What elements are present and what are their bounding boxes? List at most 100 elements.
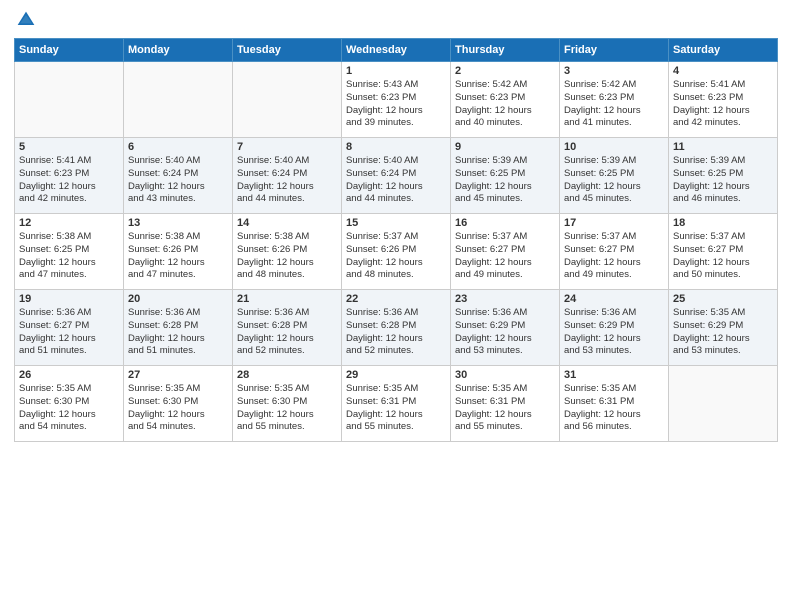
logo-icon xyxy=(16,10,36,30)
header-day-thursday: Thursday xyxy=(451,39,560,62)
day-number: 13 xyxy=(128,217,228,229)
day-number: 30 xyxy=(455,369,555,381)
calendar-cell: 11 Sunrise: 5:39 AM Sunset: 6:25 PM Dayli… xyxy=(669,138,778,214)
day-content: Sunrise: 5:37 AM Sunset: 6:26 PM Dayligh… xyxy=(346,231,446,282)
calendar-cell: 3 Sunrise: 5:42 AM Sunset: 6:23 PM Daylig… xyxy=(560,62,669,138)
day-content: Sunrise: 5:42 AM Sunset: 6:23 PM Dayligh… xyxy=(564,79,664,130)
day-content: Sunrise: 5:43 AM Sunset: 6:23 PM Dayligh… xyxy=(346,79,446,130)
calendar-cell: 22 Sunrise: 5:36 AM Sunset: 6:28 PM Dayli… xyxy=(342,290,451,366)
calendar-header: SundayMondayTuesdayWednesdayThursdayFrid… xyxy=(15,39,778,62)
day-content: Sunrise: 5:39 AM Sunset: 6:25 PM Dayligh… xyxy=(564,155,664,206)
calendar-cell: 24 Sunrise: 5:36 AM Sunset: 6:29 PM Dayli… xyxy=(560,290,669,366)
day-content: Sunrise: 5:40 AM Sunset: 6:24 PM Dayligh… xyxy=(346,155,446,206)
day-number: 22 xyxy=(346,293,446,305)
day-content: Sunrise: 5:38 AM Sunset: 6:26 PM Dayligh… xyxy=(237,231,337,282)
week-row-2: 5Sunrise: 5:41 AM Sunset: 6:23 PM Daylig… xyxy=(15,138,778,214)
day-number: 1 xyxy=(346,65,446,77)
calendar-cell: 14 Sunrise: 5:38 AM Sunset: 6:26 PM Dayli… xyxy=(233,214,342,290)
week-row-3: 12 Sunrise: 5:38 AM Sunset: 6:25 PM Dayli… xyxy=(15,214,778,290)
day-content: Sunrise: 5:41 AM Sunset: 6:23 PM Dayligh… xyxy=(673,79,773,130)
calendar-cell: 19Sunrise: 5:36 AM Sunset: 6:27 PM Dayli… xyxy=(15,290,124,366)
day-content: Sunrise: 5:35 AM Sunset: 6:30 PM Dayligh… xyxy=(128,383,228,434)
day-content: Sunrise: 5:38 AM Sunset: 6:25 PM Dayligh… xyxy=(19,231,119,282)
calendar-cell: 9Sunrise: 5:39 AM Sunset: 6:25 PM Daylig… xyxy=(451,138,560,214)
day-number: 6 xyxy=(128,141,228,153)
day-number: 7 xyxy=(237,141,337,153)
logo xyxy=(14,10,36,30)
calendar-cell: 4 Sunrise: 5:41 AM Sunset: 6:23 PM Daylig… xyxy=(669,62,778,138)
day-content: Sunrise: 5:35 AM Sunset: 6:29 PM Dayligh… xyxy=(673,307,773,358)
calendar-body: 1 Sunrise: 5:43 AM Sunset: 6:23 PM Daylig… xyxy=(15,62,778,442)
day-content: Sunrise: 5:36 AM Sunset: 6:28 PM Dayligh… xyxy=(237,307,337,358)
day-number: 8 xyxy=(346,141,446,153)
day-content: Sunrise: 5:35 AM Sunset: 6:30 PM Dayligh… xyxy=(19,383,119,434)
calendar-cell: 23Sunrise: 5:36 AM Sunset: 6:29 PM Dayli… xyxy=(451,290,560,366)
calendar-cell: 8 Sunrise: 5:40 AM Sunset: 6:24 PM Daylig… xyxy=(342,138,451,214)
calendar-cell xyxy=(233,62,342,138)
day-number: 25 xyxy=(673,293,773,305)
day-number: 28 xyxy=(237,369,337,381)
day-content: Sunrise: 5:35 AM Sunset: 6:31 PM Dayligh… xyxy=(346,383,446,434)
calendar-cell: 20Sunrise: 5:36 AM Sunset: 6:28 PM Dayli… xyxy=(124,290,233,366)
day-number: 29 xyxy=(346,369,446,381)
calendar-cell: 15 Sunrise: 5:37 AM Sunset: 6:26 PM Dayli… xyxy=(342,214,451,290)
day-number: 11 xyxy=(673,141,773,153)
day-number: 24 xyxy=(564,293,664,305)
calendar-cell: 5Sunrise: 5:41 AM Sunset: 6:23 PM Daylig… xyxy=(15,138,124,214)
calendar-cell: 21 Sunrise: 5:36 AM Sunset: 6:28 PM Dayli… xyxy=(233,290,342,366)
day-content: Sunrise: 5:38 AM Sunset: 6:26 PM Dayligh… xyxy=(128,231,228,282)
day-number: 23 xyxy=(455,293,555,305)
day-number: 31 xyxy=(564,369,664,381)
calendar-cell xyxy=(124,62,233,138)
calendar-table: SundayMondayTuesdayWednesdayThursdayFrid… xyxy=(14,38,778,442)
day-number: 17 xyxy=(564,217,664,229)
week-row-1: 1 Sunrise: 5:43 AM Sunset: 6:23 PM Daylig… xyxy=(15,62,778,138)
header-day-saturday: Saturday xyxy=(669,39,778,62)
calendar-cell: 28 Sunrise: 5:35 AM Sunset: 6:30 PM Dayli… xyxy=(233,366,342,442)
week-row-5: 26 Sunrise: 5:35 AM Sunset: 6:30 PM Dayli… xyxy=(15,366,778,442)
day-number: 3 xyxy=(564,65,664,77)
calendar-page: SundayMondayTuesdayWednesdayThursdayFrid… xyxy=(0,0,792,612)
calendar-cell: 1 Sunrise: 5:43 AM Sunset: 6:23 PM Daylig… xyxy=(342,62,451,138)
calendar-cell: 17Sunrise: 5:37 AM Sunset: 6:27 PM Dayli… xyxy=(560,214,669,290)
calendar-cell xyxy=(15,62,124,138)
calendar-cell: 31 Sunrise: 5:35 AM Sunset: 6:31 PM Dayli… xyxy=(560,366,669,442)
day-number: 12 xyxy=(19,217,119,229)
calendar-cell: 12 Sunrise: 5:38 AM Sunset: 6:25 PM Dayli… xyxy=(15,214,124,290)
day-content: Sunrise: 5:40 AM Sunset: 6:24 PM Dayligh… xyxy=(128,155,228,206)
day-number: 2 xyxy=(455,65,555,77)
header-day-tuesday: Tuesday xyxy=(233,39,342,62)
calendar-cell: 7 Sunrise: 5:40 AM Sunset: 6:24 PM Daylig… xyxy=(233,138,342,214)
header-day-wednesday: Wednesday xyxy=(342,39,451,62)
day-number: 9 xyxy=(455,141,555,153)
calendar-cell xyxy=(669,366,778,442)
header-day-friday: Friday xyxy=(560,39,669,62)
day-content: Sunrise: 5:36 AM Sunset: 6:28 PM Dayligh… xyxy=(128,307,228,358)
header-day-sunday: Sunday xyxy=(15,39,124,62)
day-number: 27 xyxy=(128,369,228,381)
day-number: 16 xyxy=(455,217,555,229)
day-number: 14 xyxy=(237,217,337,229)
calendar-cell: 26 Sunrise: 5:35 AM Sunset: 6:30 PM Dayli… xyxy=(15,366,124,442)
calendar-cell: 25 Sunrise: 5:35 AM Sunset: 6:29 PM Dayli… xyxy=(669,290,778,366)
day-content: Sunrise: 5:36 AM Sunset: 6:27 PM Dayligh… xyxy=(19,307,119,358)
day-number: 4 xyxy=(673,65,773,77)
day-content: Sunrise: 5:42 AM Sunset: 6:23 PM Dayligh… xyxy=(455,79,555,130)
day-number: 15 xyxy=(346,217,446,229)
day-content: Sunrise: 5:39 AM Sunset: 6:25 PM Dayligh… xyxy=(673,155,773,206)
calendar-cell: 2 Sunrise: 5:42 AM Sunset: 6:23 PM Daylig… xyxy=(451,62,560,138)
day-number: 21 xyxy=(237,293,337,305)
calendar-cell: 13 Sunrise: 5:38 AM Sunset: 6:26 PM Dayli… xyxy=(124,214,233,290)
day-content: Sunrise: 5:36 AM Sunset: 6:29 PM Dayligh… xyxy=(564,307,664,358)
day-content: Sunrise: 5:40 AM Sunset: 6:24 PM Dayligh… xyxy=(237,155,337,206)
day-content: Sunrise: 5:35 AM Sunset: 6:31 PM Dayligh… xyxy=(564,383,664,434)
day-content: Sunrise: 5:36 AM Sunset: 6:28 PM Dayligh… xyxy=(346,307,446,358)
day-content: Sunrise: 5:35 AM Sunset: 6:30 PM Dayligh… xyxy=(237,383,337,434)
day-number: 26 xyxy=(19,369,119,381)
header-day-monday: Monday xyxy=(124,39,233,62)
calendar-cell: 10 Sunrise: 5:39 AM Sunset: 6:25 PM Dayli… xyxy=(560,138,669,214)
day-number: 10 xyxy=(564,141,664,153)
calendar-cell: 18Sunrise: 5:37 AM Sunset: 6:27 PM Dayli… xyxy=(669,214,778,290)
calendar-cell: 29 Sunrise: 5:35 AM Sunset: 6:31 PM Dayli… xyxy=(342,366,451,442)
day-content: Sunrise: 5:37 AM Sunset: 6:27 PM Dayligh… xyxy=(455,231,555,282)
